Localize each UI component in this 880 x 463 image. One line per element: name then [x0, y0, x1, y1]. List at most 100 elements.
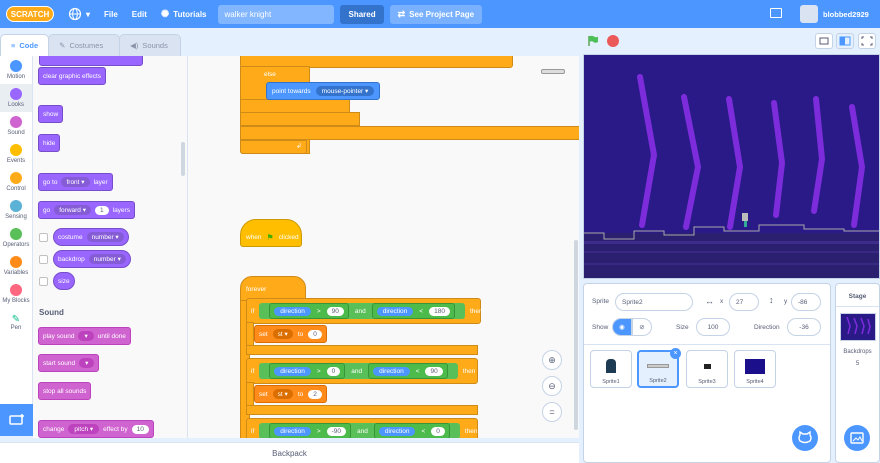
direction-reporter[interactable]: direction — [274, 426, 311, 436]
direction-reporter[interactable]: direction — [274, 366, 311, 376]
backdrop-dropdown[interactable]: number ▾ — [88, 254, 126, 264]
palette-block-change-pitch-effect[interactable]: change pitch ▾ effect by 10 — [38, 420, 154, 438]
category-looks[interactable]: Looks — [0, 84, 32, 112]
value-input[interactable]: -90 — [326, 426, 347, 436]
category-variables[interactable]: Variables — [0, 252, 32, 280]
palette-block-hidden-top[interactable] — [39, 56, 143, 66]
full-screen-button[interactable] — [858, 33, 876, 49]
point-target-dropdown[interactable]: mouse-pointer ▾ — [315, 86, 375, 96]
variable-dropdown[interactable]: st ▾ — [272, 389, 293, 399]
gt-condition[interactable]: direction > -90 — [269, 423, 352, 438]
palette-block-play-sound-until-done[interactable]: play sound ▾ until done — [38, 327, 131, 345]
if-block-2[interactable]: if direction > 0 and direction < 90 then — [246, 358, 478, 384]
backpack-bar[interactable]: Backpack — [0, 442, 579, 463]
show-visible-button[interactable]: ◉ — [612, 318, 632, 336]
value-input[interactable]: 0 — [308, 329, 322, 339]
palette-block-stop-all-sounds[interactable]: stop all sounds — [38, 382, 92, 400]
palette-block-show[interactable]: show — [38, 105, 64, 123]
workspace-scrollbar[interactable] — [574, 240, 578, 430]
palette-block-hide[interactable]: hide — [38, 134, 61, 152]
direction-reporter[interactable]: direction — [376, 306, 414, 316]
shared-button[interactable]: Shared — [340, 4, 384, 24]
green-flag-button[interactable] — [587, 35, 599, 47]
normal-stage-button[interactable] — [836, 33, 854, 49]
size-input[interactable]: 100 — [696, 318, 730, 336]
category-sound[interactable]: Sound — [0, 112, 32, 140]
direction-reporter[interactable]: direction — [373, 366, 410, 376]
language-menu[interactable]: ▾ — [68, 7, 90, 21]
sprite-name-input[interactable]: Sprite2 — [615, 293, 693, 311]
gt-condition[interactable]: direction > 90 — [269, 303, 349, 319]
zoom-in-button[interactable]: ⊕ — [542, 350, 562, 370]
layers-number-input[interactable]: 1 — [95, 205, 109, 215]
lt-condition[interactable]: direction < 0 — [373, 423, 450, 438]
tab-costumes[interactable]: ✎ Costumes — [48, 34, 121, 56]
sprite-tile[interactable]: Sprite4 — [734, 350, 776, 388]
sprite-tile[interactable]: Sprite1 — [590, 350, 632, 388]
palette-block-clear-graphic-effects[interactable]: clear graphic effects — [38, 67, 107, 85]
effect-amount-input[interactable]: 10 — [131, 424, 149, 434]
category-operators[interactable]: Operators — [0, 224, 32, 252]
my-stuff-folder-icon[interactable] — [770, 8, 782, 18]
tab-sounds[interactable]: ◀) Sounds — [119, 34, 182, 56]
costume-dropdown[interactable]: number ▾ — [86, 232, 124, 242]
x-input[interactable]: 27 — [729, 293, 759, 311]
y-input[interactable]: -86 — [791, 293, 821, 311]
project-title-input[interactable]: walker knight — [218, 4, 335, 24]
direction-reporter[interactable]: direction — [378, 426, 416, 436]
category-sensing[interactable]: Sensing — [0, 196, 32, 224]
category-my-blocks[interactable]: My Blocks — [0, 280, 32, 308]
category-pen[interactable]: ✎ Pen — [0, 308, 32, 336]
lt-condition[interactable]: direction < 90 — [368, 363, 448, 379]
category-events[interactable]: Events — [0, 140, 32, 168]
zoom-reset-button[interactable]: = — [542, 402, 562, 422]
show-hidden-button[interactable]: ⊘ — [632, 318, 652, 336]
set-variable-block-1[interactable]: set st ▾ to 0 — [254, 325, 327, 343]
see-project-page-button[interactable]: ⇄ See Project Page — [389, 4, 483, 24]
sound-dropdown[interactable]: ▾ — [79, 358, 95, 368]
variable-dropdown[interactable]: st ▾ — [272, 329, 293, 339]
zoom-out-button[interactable]: ⊖ — [542, 376, 562, 396]
delete-sprite-button[interactable]: × — [670, 348, 681, 359]
tab-code[interactable]: ≡ Code — [0, 34, 50, 56]
direction-input[interactable]: -36 — [787, 318, 821, 336]
value-input[interactable]: 0 — [431, 426, 445, 436]
palette-block-start-sound[interactable]: start sound ▾ — [38, 354, 100, 372]
value-input[interactable]: 2 — [308, 389, 322, 399]
small-stage-button[interactable] — [815, 33, 833, 49]
value-input[interactable]: 90 — [326, 306, 344, 316]
palette-block-backdrop-number[interactable]: backdrop number ▾ — [53, 250, 131, 268]
edit-menu[interactable]: Edit — [132, 10, 147, 19]
avatar[interactable] — [800, 5, 818, 23]
category-motion[interactable]: Motion — [0, 56, 32, 84]
if-block-3[interactable]: if direction > -90 and direction < 0 the… — [246, 418, 478, 438]
sprite-tile-selected[interactable]: Sprite2 × — [637, 348, 681, 388]
value-input[interactable]: 180 — [429, 306, 450, 316]
layer-dropdown[interactable]: front ▾ — [61, 177, 90, 187]
palette-scrollbar[interactable] — [181, 142, 185, 176]
scratch-logo[interactable]: SCRATCH — [6, 6, 54, 22]
choose-backdrop-button[interactable] — [844, 425, 870, 451]
add-extension-button[interactable] — [0, 404, 33, 436]
when-flag-clicked-block[interactable]: when ⚑ clicked — [240, 219, 302, 247]
value-input[interactable]: 90 — [425, 366, 443, 376]
stage-canvas[interactable] — [583, 54, 880, 279]
palette-block-size[interactable]: size — [53, 272, 75, 290]
costume-checkbox[interactable] — [39, 233, 48, 242]
point-towards-block[interactable]: point towards mouse-pointer ▾ — [266, 82, 381, 100]
and-condition[interactable]: direction > 90 and direction < 180 — [259, 303, 465, 319]
category-control[interactable]: Control — [0, 168, 32, 196]
direction-reporter[interactable]: direction — [274, 306, 311, 316]
tutorials-menu[interactable]: ✺ Tutorials — [161, 9, 207, 20]
sound-dropdown[interactable]: ▾ — [78, 331, 94, 341]
if-block-1[interactable]: if direction > 90 and direction < 180 th… — [246, 298, 483, 324]
sprite-tile[interactable]: Sprite3 — [686, 350, 728, 388]
and-condition[interactable]: direction > 0 and direction < 90 — [259, 363, 458, 379]
palette-block-go-to-layer[interactable]: go to front ▾ layer — [38, 173, 113, 191]
file-menu[interactable]: File — [104, 10, 118, 19]
username[interactable]: blobbed2929 — [823, 10, 869, 19]
gt-condition[interactable]: direction > 0 — [269, 363, 346, 379]
palette-block-go-forward-layers[interactable]: go forward ▾ 1 layers — [38, 201, 135, 219]
stop-button[interactable] — [607, 35, 619, 47]
set-variable-block-2[interactable]: set st ▾ to 2 — [254, 385, 327, 403]
